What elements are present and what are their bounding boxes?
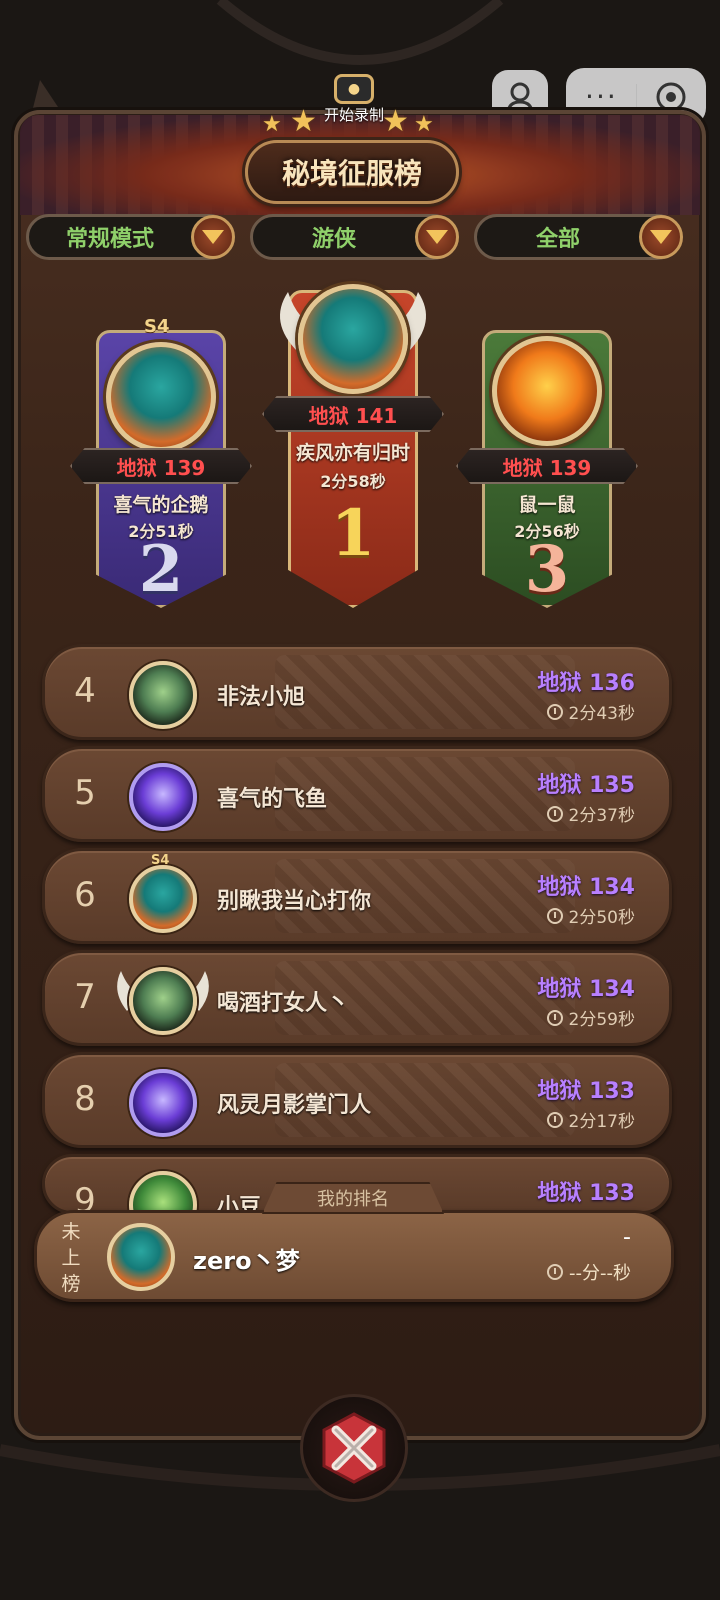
player-avatar [129,865,197,933]
page-title: 秘境征服榜 [245,140,459,204]
more-dots-icon[interactable]: ··· [585,83,618,111]
row-time-wrap: 2分50秒 [546,903,635,928]
level-tag: 地狱 141 [262,396,444,432]
clock-icon [546,1009,563,1026]
my-time-wrap: --分--秒 [547,1259,631,1285]
row-level: 地狱 135 [537,773,635,798]
row-time: 2分37秒 [568,806,635,826]
player-avatar [129,763,197,831]
mode-filter[interactable]: 常规模式 [26,214,235,260]
row-player-name: 别瞅我当心打你 [217,889,372,914]
player-name: 喜气的企鹅 [113,494,209,516]
level-tag: 地狱 139 [456,448,638,484]
row-level: 地狱 136 [537,671,635,696]
close-x-icon [322,1412,386,1484]
row-pattern [275,655,575,729]
dropdown-arrow-icon[interactable] [191,215,235,259]
scope-filter-label: 全部 [535,227,580,252]
my-time: --分--秒 [569,1263,631,1284]
ranking-row[interactable]: 7 喝酒打女人丶 地狱 134 2分59秒 [42,950,672,1046]
row-time: 2分59秒 [568,1010,635,1030]
player-name: 鼠一鼠 [518,494,576,516]
dropdown-arrow-icon[interactable] [639,215,683,259]
my-player-name: zero丶梦 [193,1247,300,1275]
row-rank: 8 [74,1079,96,1119]
row-player-name: 喜气的飞鱼 [217,787,328,812]
capsule-divider [635,84,637,110]
row-time-wrap: 2分43秒 [546,699,635,724]
ranking-row[interactable]: 8 风灵月影掌门人 地狱 133 2分17秒 [42,1052,672,1148]
player-avatar [129,1069,197,1137]
my-avatar [107,1223,175,1291]
podium-second[interactable]: S4 地狱 139 喜气的企鹅 2分51秒 2 [70,316,252,608]
record-icon[interactable]: ● [334,74,374,104]
row-rank: 5 [74,773,96,813]
row-player-name: 风灵月影掌门人 [217,1093,372,1118]
row-player-name: 非法小旭 [217,685,306,710]
player-time: 2分58秒 [320,472,386,491]
row-time-wrap: 2分17秒 [546,1107,635,1132]
row-rank: 4 [74,671,96,711]
close-button[interactable] [300,1394,408,1502]
season-badge: S4 [144,316,170,337]
class-filter-label: 游侠 [311,227,356,252]
row-level: 地狱 134 [537,875,635,900]
page-title-text: 秘境征服榜 [281,157,422,190]
clock-icon [546,1111,563,1128]
row-level: 地狱 133 [537,1181,635,1206]
row-time: 2分43秒 [568,704,635,724]
clock-icon [546,907,563,924]
my-rank-label: 我的排名 [262,1182,444,1214]
player-avatar [129,661,197,729]
player-avatar [129,967,197,1035]
rank-number: 3 [524,532,570,607]
row-rank: 7 [74,977,96,1017]
scope-filter[interactable]: 全部 [474,214,683,260]
my-rank-row[interactable]: 未上榜 zero丶梦 - --分--秒 [34,1210,674,1302]
ranking-row[interactable]: 5 喜气的飞鱼 地狱 135 2分37秒 [42,746,672,842]
player-avatar [106,342,216,452]
star-icon: ★ [262,112,282,137]
player-name: 疾风亦有归时 [295,442,410,464]
level-tag: 地狱 139 [70,448,252,484]
player-avatar [298,284,408,394]
clock-icon [547,1264,564,1280]
row-level: 地狱 134 [537,977,635,1002]
row-rank: 6 [74,875,96,915]
dropdown-arrow-icon[interactable] [415,215,459,259]
row-time: 2分17秒 [568,1112,635,1132]
row-time: 2分50秒 [568,908,635,928]
row-time-wrap: 2分59秒 [546,1005,635,1030]
player-avatar [492,336,602,446]
my-rank-status: 未上榜 [61,1221,81,1295]
clock-icon [546,703,563,720]
my-level: - [623,1225,631,1250]
row-player-name: 喝酒打女人丶 [217,991,350,1016]
record-label[interactable]: 开始录制 [306,104,402,125]
rank-number: 1 [330,496,376,571]
podium-first[interactable]: 地狱 141 疾风亦有归时 2分58秒 1 [262,284,444,608]
mode-filter-label: 常规模式 [65,227,154,252]
class-filter[interactable]: 游侠 [250,214,459,260]
row-level: 地狱 133 [537,1079,635,1104]
ranking-row[interactable]: 4 非法小旭 地狱 136 2分43秒 [42,644,672,740]
season-badge: S4 [151,853,170,868]
row-time-wrap: 2分37秒 [546,801,635,826]
target-icon[interactable] [655,81,687,113]
star-icon: ★ [414,112,434,137]
player-avatar [129,1171,197,1211]
clock-icon [546,805,563,822]
ranking-row[interactable]: 6 S4 别瞅我当心打你 地狱 134 2分50秒 [42,848,672,944]
rank-number: 2 [138,532,184,607]
podium-third[interactable]: 地狱 139 鼠一鼠 2分56秒 3 [456,330,638,608]
